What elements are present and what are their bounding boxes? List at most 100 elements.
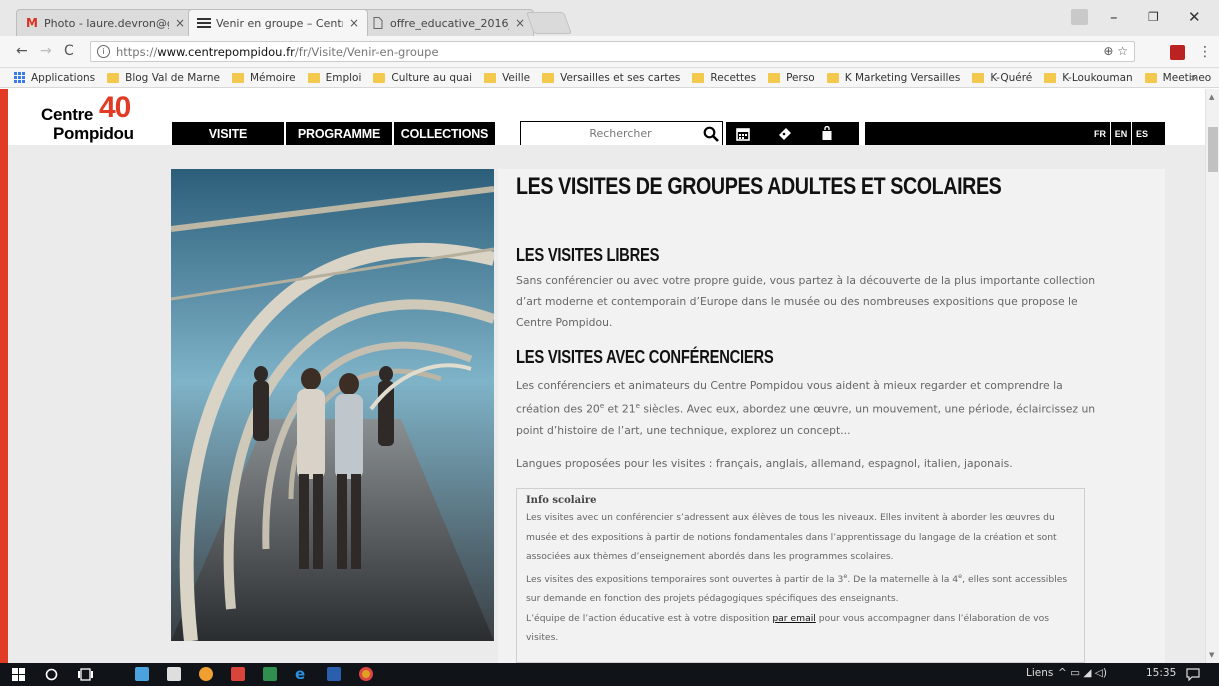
taskbar-edge-icon[interactable]: e [295,665,309,683]
calendar-icon[interactable] [728,122,758,145]
bookmark-item[interactable]: K-Loukouman [1044,71,1133,84]
bookmark-label: Emploi [325,71,362,84]
taskbar-app-icon[interactable] [327,667,341,681]
bookmark-item[interactable]: Perso [768,72,815,84]
bookmark-label: Blog Val de Marne [125,71,220,84]
folder-icon [373,72,386,83]
page-title: LES VISITES DE GROUPES ADULTES ET SCOLAI… [516,173,1002,200]
bookmark-item[interactable]: Mémoire [231,71,296,84]
folder-icon [972,72,985,83]
info-paragraph: L’équipe de l’action éducative est à vot… [526,609,1075,648]
bookmark-applications[interactable]: Applications [14,71,95,84]
back-icon[interactable]: ← [16,43,28,59]
forward-icon[interactable]: → [40,43,52,59]
url-field[interactable]: i https://www.centrepompidou.fr/fr/Visit… [90,41,1135,62]
url-domain: www.centrepompidou.fr [157,44,295,59]
bookmark-item[interactable]: Recettes [692,72,756,84]
text-fragment: et 21 [604,402,636,416]
ticket-icon[interactable] [770,122,800,145]
info-scolaire-box: Info scolaire Les visites avec un confér… [516,488,1085,663]
bookmark-label: Mémoire [249,71,296,84]
logo-pompidou: Pompidou [53,124,134,143]
section-text-visites-libres: Sans conférencier ou avec votre propre g… [516,274,1096,329]
folder-icon [1144,72,1157,83]
tray-links[interactable]: Liens [1026,667,1053,679]
pdf-extension-icon[interactable] [1170,45,1185,60]
bookmark-item[interactable]: Veille [484,72,530,84]
section-text-visites-conferenciers: Les conférenciers et animateurs du Centr… [516,375,1096,441]
lang-fr[interactable]: FR [1090,122,1110,145]
taskbar-chrome-icon[interactable] [359,667,373,681]
bookmark-item[interactable]: Culture au quai [373,72,472,84]
nav-visite[interactable]: VISITE [172,122,284,145]
bookmark-label: K-Loukouman [1062,71,1133,84]
tube-photo [171,169,494,641]
taskbar-app-icon[interactable] [135,667,149,681]
task-view-icon[interactable] [78,668,93,681]
search-icon[interactable] [700,123,722,145]
window-close-icon[interactable]: ✕ [1188,8,1201,26]
logo-40: 40 [99,91,131,124]
tab-venir-en-groupe[interactable]: Venir en groupe – Centre × [188,9,368,36]
new-tab-button[interactable] [525,12,573,34]
scroll-thumb[interactable] [1208,127,1218,172]
url-path: /fr/Visite/Venir-en-groupe [294,44,439,59]
tab-gmail[interactable]: M Photo - laure.devron@g × [16,9,194,36]
bookmark-item[interactable]: K Marketing Versailles [826,72,960,84]
taskbar-app-icon[interactable] [231,667,245,681]
minimize-icon[interactable]: – [1110,8,1118,26]
lang-es[interactable]: ES [1132,122,1152,145]
section-title-visites-libres: LES VISITES LIBRES [516,245,660,265]
taskbar-store-icon[interactable] [167,667,181,681]
tab-offre-educative[interactable]: offre_educative_2016_20 × [362,9,534,36]
logo-centre: Centre [41,105,94,124]
tab-strip: M Photo - laure.devron@g × Venir en grou… [0,0,1219,36]
text-fragment: Les visites des expositions temporaires … [526,573,844,585]
nav-programme[interactable]: PROGRAMME [286,122,392,145]
bookmark-item[interactable]: Blog Val de Marne [107,72,220,84]
bookmark-label: K-Quéré [990,71,1033,84]
tray-clock[interactable]: 15:35 [1146,667,1176,679]
folder-icon [107,72,120,83]
more-bookmarks-button[interactable]: » [1190,71,1197,84]
scroll-down-icon[interactable]: ▼ [1209,651,1214,659]
bookmark-item[interactable]: Emploi [307,71,362,84]
info-paragraph: Les visites des expositions temporaires … [526,567,1075,609]
lang-en[interactable]: EN [1111,122,1131,145]
windows-start-icon[interactable] [12,668,25,681]
folder-icon [768,72,781,83]
section-title-visites-conferenciers: LES VISITES AVEC CONFÉRENCIERS [516,347,774,367]
zoom-icon[interactable]: ⊕ ☆ [1103,44,1128,58]
folder-icon [1044,72,1057,83]
folder-icon [307,72,320,83]
bookmark-item[interactable]: Versailles et ses cartes [542,72,680,84]
tray-icons[interactable]: ^ ▭ ◢ ◁) [1058,667,1107,679]
folder-icon [692,72,705,83]
info-icon[interactable]: i [97,45,110,58]
restore-icon[interactable]: ❐ [1148,10,1159,24]
menu-icon[interactable]: ⋮ [1198,44,1212,60]
email-link[interactable]: par email [772,613,816,624]
site-logo[interactable]: Centre 40 Pompidou [41,91,134,143]
search-input[interactable] [521,122,700,145]
bookmark-item[interactable]: Meetineo [1144,72,1211,84]
shopping-bag-icon[interactable] [812,122,842,145]
close-icon[interactable]: × [349,16,359,30]
close-icon[interactable]: × [515,16,525,30]
windows-taskbar: e Liens ^ ▭ ◢ ◁) 15:35 [0,663,1219,686]
bookmark-item[interactable]: K-Quéré [972,72,1032,84]
close-icon[interactable]: × [175,16,185,30]
search-box [520,121,723,146]
tab-title: offre_educative_2016_20 [390,16,509,30]
profile-icon[interactable] [1071,9,1088,25]
cortana-search-icon[interactable] [45,668,58,681]
scroll-up-icon[interactable]: ▲ [1209,93,1214,101]
notification-icon[interactable] [1186,668,1200,681]
reload-icon[interactable]: C [64,43,74,59]
nav-collections[interactable]: COLLECTIONS [394,122,495,145]
url-prefix: https:// [116,44,158,59]
taskbar-app-icon[interactable] [199,667,213,681]
page-scrollbar[interactable]: ▲ ▼ [1205,89,1219,663]
taskbar-excel-icon[interactable] [263,667,277,681]
folder-icon [484,72,497,83]
